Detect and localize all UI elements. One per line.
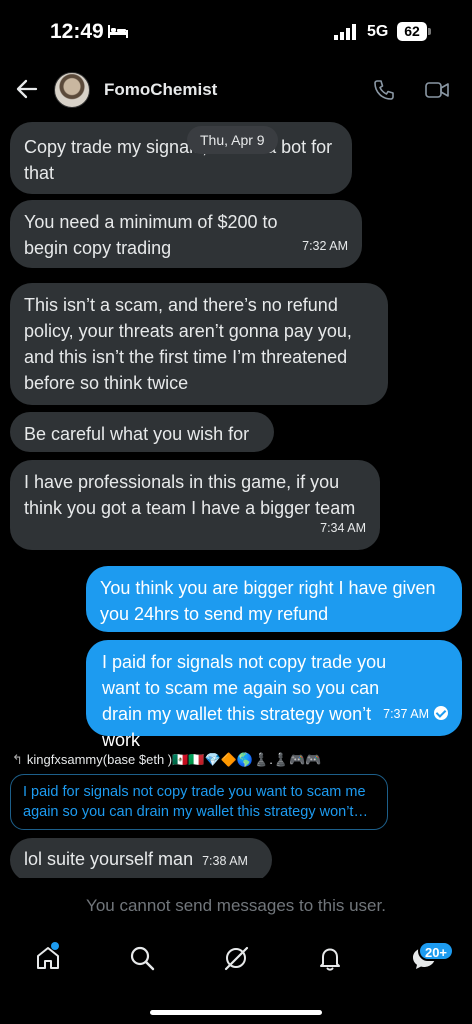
bottom-navigation: 20+ (0, 928, 472, 990)
message-timestamp: 7:32 AM (302, 239, 348, 253)
cellular-signal-icon (334, 24, 356, 40)
battery-icon: 62 (397, 22, 427, 41)
message-text: Copy trade my signals, I have a bot for … (24, 137, 333, 183)
message-thread[interactable]: Copy trade my signals, I have a bot for … (0, 118, 472, 878)
timestamp-text: 7:37 AM (383, 707, 429, 721)
message-received[interactable]: You need a minimum of $200 to begin copy… (10, 200, 362, 268)
message-timestamp: 7:37 AM (383, 701, 448, 727)
message-text: lol suite yourself man (24, 849, 194, 869)
contact-name[interactable]: FomoChemist (104, 80, 217, 100)
conversation-header: FomoChemist (0, 62, 472, 118)
home-indicator[interactable] (150, 1010, 322, 1015)
back-arrow-icon[interactable] (14, 76, 40, 102)
reply-arrow-icon: ↰ (12, 752, 23, 767)
home-unread-dot (51, 942, 59, 950)
message-text: I paid for signals not copy trade you wa… (102, 652, 387, 750)
message-text: This isn’t a scam, and there’s no refund… (24, 295, 352, 393)
avatar[interactable] (54, 72, 90, 108)
status-bar: 12:49 5G 62 (0, 0, 472, 62)
message-text: Be careful what you wish for (24, 424, 250, 444)
message-text: You need a minimum of $200 to begin copy… (24, 212, 278, 258)
search-icon[interactable] (128, 944, 156, 972)
grok-icon[interactable] (222, 944, 250, 972)
message-sent[interactable]: You think you are bigger right I have gi… (86, 566, 462, 632)
message-sent[interactable]: I paid for signals not copy trade you wa… (86, 640, 462, 750)
reply-author: kingfxsammy(base $eth )🇲🇽🇮🇹💎🔶🌎♟️.♟️🎮🎮 (26, 752, 322, 767)
message-timestamp: 7:38 AM (202, 854, 248, 868)
message-text: You think you are bigger right I have gi… (100, 578, 436, 624)
video-call-icon[interactable] (424, 78, 450, 102)
message-received[interactable]: Be careful what you wish for (10, 412, 274, 452)
phone-call-icon[interactable] (372, 78, 396, 102)
message-received[interactable]: lol suite yourself man 7:38 AM (10, 838, 272, 878)
message-timestamp: 7:34 AM (320, 521, 366, 535)
message-text: I have professionals in this game, if yo… (24, 472, 356, 518)
network-type: 5G (367, 23, 389, 40)
composer-disabled-notice: You cannot send messages to this user. (86, 896, 386, 915)
read-check-icon (434, 706, 448, 720)
battery-tip (428, 28, 431, 35)
message-received[interactable]: This isn’t a scam, and there’s no refund… (10, 283, 388, 405)
status-time: 12:49 (50, 20, 104, 43)
message-received[interactable]: Copy trade my signals, I have a bot for … (10, 122, 352, 194)
quoted-message[interactable]: I paid for signals not copy trade you wa… (10, 774, 388, 830)
date-separator: Thu, Apr 9 (187, 126, 278, 154)
messages-badge: 20+ (418, 941, 454, 961)
notifications-bell-icon[interactable] (316, 944, 344, 972)
quoted-text: I paid for signals not copy trade you wa… (23, 784, 366, 820)
message-received[interactable]: I have professionals in this game, if yo… (10, 460, 380, 550)
sleep-focus-icon (108, 25, 128, 38)
reply-indicator: ↰ kingfxsammy(base $eth )🇲🇽🇮🇹💎🔶🌎♟️.♟️🎮🎮 (12, 752, 321, 768)
